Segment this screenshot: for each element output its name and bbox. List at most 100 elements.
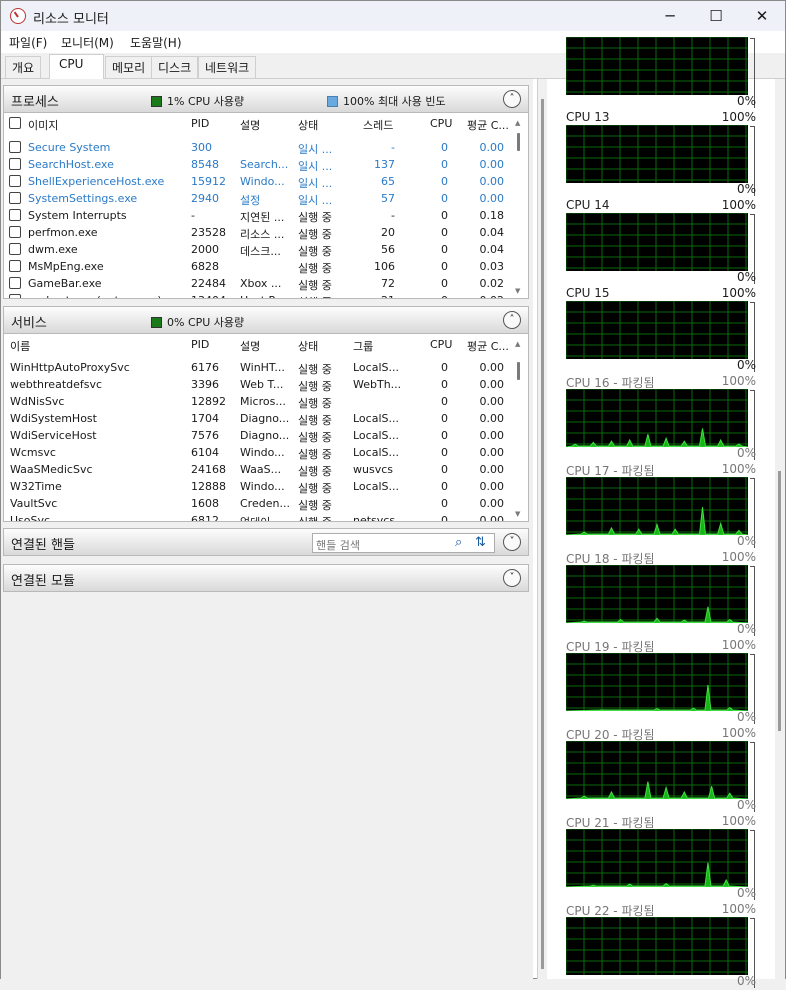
service-row[interactable]: Wcmsvc 6104 Windo... 실행 중 LocalS... 0 0.00	[4, 444, 512, 461]
col-image[interactable]: 이미지	[28, 117, 58, 133]
process-checkbox[interactable]	[9, 277, 21, 289]
service-name: WdiServiceHost	[10, 429, 97, 442]
services-title: 서비스	[11, 316, 47, 331]
service-row[interactable]: VaultSvc 1608 Creden... 실행 중 0 0.00	[4, 495, 512, 512]
menu-monitor[interactable]: 모니터(M)	[61, 34, 114, 51]
process-checkbox[interactable]	[9, 141, 21, 153]
process-row[interactable]: GameBar.exe 22484 Xbox ... 실행 중 72 0 0.02	[4, 275, 512, 292]
tab-cpu[interactable]: CPU	[49, 54, 104, 79]
process-checkbox[interactable]	[9, 294, 21, 298]
collapse-processes-icon[interactable]: ˄	[503, 90, 521, 108]
graphs-scrollbar[interactable]	[775, 79, 785, 979]
services-scrollbar[interactable]: ▲ ▼	[514, 340, 524, 518]
search-icon[interactable]: ⌕	[455, 535, 462, 550]
process-checkbox[interactable]	[9, 243, 21, 255]
service-status: 실행 중	[298, 514, 346, 521]
pane-splitter-scrollbar[interactable]	[538, 79, 547, 979]
service-avg-cpu: 0.00	[479, 514, 505, 522]
scroll-down-icon[interactable]: ▼	[515, 510, 520, 518]
col-description[interactable]: 설명	[240, 338, 260, 354]
col-threads[interactable]: 스레드	[363, 117, 393, 133]
modules-header[interactable]: 연결된 모듈 ˅	[3, 564, 529, 592]
col-group[interactable]: 그룹	[353, 338, 373, 354]
menu-file[interactable]: 파일(F)	[9, 34, 47, 51]
process-threads: -	[391, 209, 395, 222]
process-checkbox[interactable]	[9, 192, 21, 204]
scroll-up-icon[interactable]: ▲	[515, 340, 520, 348]
process-threads: 65	[381, 175, 395, 188]
collapse-services-icon[interactable]: ˄	[503, 311, 521, 329]
cpu-usage-graph	[566, 301, 748, 359]
processes-scrollbar[interactable]: ▲ ▼	[514, 119, 524, 295]
scroll-down-icon[interactable]: ▼	[515, 287, 520, 295]
handle-search-input[interactable]: 핸들 검색 ⌕ ⇅	[312, 533, 495, 553]
services-cpu-usage: 0% CPU 사용량	[167, 316, 245, 329]
process-checkbox[interactable]	[9, 209, 21, 221]
col-cpu[interactable]: CPU	[430, 117, 452, 130]
col-pid[interactable]: PID	[191, 338, 209, 351]
process-cpu: 0	[441, 226, 448, 239]
process-avg-cpu: 0.00	[479, 141, 505, 154]
service-row[interactable]: WinHttpAutoProxySvc 6176 WinHT... 실행 중 Local…	[4, 359, 512, 376]
process-row[interactable]: SystemSettings.exe 2940 설정 일시 ... 57 0 0.00	[4, 190, 512, 207]
expand-modules-icon[interactable]: ˅	[503, 569, 521, 587]
expand-handles-icon[interactable]: ˅	[503, 533, 521, 551]
process-status: 일시 ...	[298, 143, 333, 156]
service-row[interactable]: W32Time 12888 Windo... 실행 중 LocalS... 0 0.00	[4, 478, 512, 495]
col-cpu[interactable]: CPU	[430, 338, 452, 351]
tab-memory[interactable]: 메모리	[105, 56, 153, 78]
process-row[interactable]: Secure System 300 일시 ... - 0 0.00	[4, 139, 512, 156]
services-header[interactable]: 서비스 0% CPU 사용량 ˄	[3, 306, 529, 334]
scroll-up-icon[interactable]: ▲	[515, 119, 520, 127]
process-avg-cpu: 0.18	[479, 209, 505, 222]
service-status: 실행 중	[298, 448, 332, 461]
menu-help[interactable]: 도움말(H)	[130, 34, 182, 51]
col-avg-cpu[interactable]: 평균 C...	[467, 117, 509, 133]
process-pid: 6828	[191, 260, 219, 273]
service-group: LocalS...	[353, 429, 399, 442]
service-name: WdiSystemHost	[10, 412, 97, 425]
process-row[interactable]: perfmon.exe 23528 리소스 ... 실행 중 20 0 0.04	[4, 224, 512, 241]
col-avg-cpu[interactable]: 평균 C...	[467, 338, 509, 354]
service-row[interactable]: WaaSMedicSvc 24168 WaaS... 실행 중 wusvcs 0 0.00	[4, 461, 512, 478]
process-checkbox[interactable]	[9, 175, 21, 187]
col-pid[interactable]: PID	[191, 117, 209, 130]
col-status[interactable]: 상태	[298, 117, 318, 133]
service-row[interactable]: WdiSystemHost 1704 Diagno... 실행 중 LocalS... 0…	[4, 410, 512, 427]
service-status: 실행 중	[298, 499, 332, 512]
tab-overview[interactable]: 개요	[5, 56, 42, 78]
cpu-usage-graph	[566, 213, 748, 271]
col-name[interactable]: 이름	[10, 338, 30, 354]
process-checkbox[interactable]	[9, 226, 21, 238]
select-all-checkbox[interactable]	[9, 117, 21, 129]
process-checkbox[interactable]	[9, 260, 21, 272]
process-row[interactable]: System Interrupts - 지연된 ... 실행 중 - 0 0.18	[4, 207, 512, 224]
process-row[interactable]: ShellExperienceHost.exe 15912 Windo... 일시 .…	[4, 173, 512, 190]
process-row[interactable]: svchost.exe (netsvcs -p) 13404 Host P... 실행…	[4, 292, 512, 298]
process-row[interactable]: SearchHost.exe 8548 Search... 일시 ... 137 0 0.0…	[4, 156, 512, 173]
tab-network[interactable]: 네트워크	[198, 56, 257, 78]
handles-header[interactable]: 연결된 핸들 핸들 검색 ⌕ ⇅ ˅	[3, 528, 529, 556]
process-pid: 23528	[191, 226, 226, 239]
process-avg-cpu: 0.00	[479, 158, 505, 171]
service-pid: 12888	[191, 480, 226, 493]
cpu-graph-block: CPU 14 100% 0%	[564, 198, 764, 286]
service-row[interactable]: WdNisSvc 12892 Micros... 실행 중 0 0.00	[4, 393, 512, 410]
service-row[interactable]: UsoSvc 6812 업데이... 실행 중 netsvcs 0 0.00	[4, 512, 512, 522]
service-row[interactable]: WdiServiceHost 7576 Diagno... 실행 중 LocalS...…	[4, 427, 512, 444]
col-description[interactable]: 설명	[240, 117, 260, 133]
col-status[interactable]: 상태	[298, 338, 318, 354]
process-row[interactable]: MsMpEng.exe 6828 실행 중 106 0 0.03	[4, 258, 512, 275]
cpu-graphs-pane: 0% CPU 13 100% 0% CPU 14 100% 0% CPU 15 100% 0% CP…	[537, 37, 785, 988]
service-avg-cpu: 0.00	[479, 429, 505, 442]
process-checkbox[interactable]	[9, 158, 21, 170]
cpu-graph-block: CPU 19 - 파킹됨 100% 0%	[564, 638, 764, 726]
process-row[interactable]: dwm.exe 2000 데스크... 실행 중 56 0 0.04	[4, 241, 512, 258]
tab-disk[interactable]: 디스크	[151, 56, 199, 78]
process-cpu: 0	[441, 209, 448, 222]
service-row[interactable]: webthreatdefsvc 3396 Web T... 실행 중 WebTh... 0…	[4, 376, 512, 393]
service-group: netsvcs	[353, 514, 396, 522]
refresh-icon[interactable]: ⇅	[475, 535, 486, 550]
service-description: Windo...	[240, 480, 285, 493]
processes-header[interactable]: 프로세스 1% CPU 사용량 100% 최대 사용 빈도 ˄	[3, 85, 529, 113]
